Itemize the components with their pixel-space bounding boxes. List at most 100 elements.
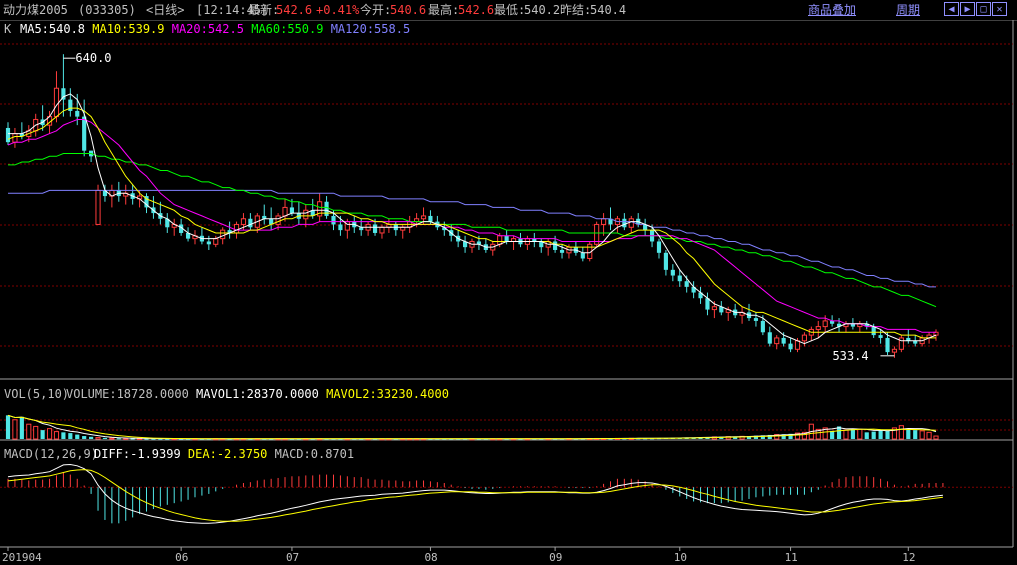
candle-body bbox=[75, 110, 80, 117]
candle-body bbox=[504, 235, 509, 242]
legend-item: MA120:558.5 bbox=[331, 22, 410, 36]
volume-bar bbox=[40, 430, 45, 439]
candle-body bbox=[5, 127, 11, 143]
restore-icon[interactable]: □ bbox=[976, 2, 991, 16]
candle-body bbox=[774, 337, 780, 345]
volume-bar bbox=[871, 431, 876, 439]
ma10-line bbox=[7, 107, 936, 339]
legend-item: MAVOL2:33230.4000 bbox=[326, 387, 449, 401]
candle-body bbox=[559, 249, 565, 253]
candle-body bbox=[760, 320, 765, 333]
candle-body bbox=[324, 201, 329, 216]
legend-item: MACD:0.8701 bbox=[275, 447, 354, 461]
x-tick-label: 11 bbox=[785, 551, 798, 564]
candle-body bbox=[663, 252, 668, 270]
candle-body bbox=[753, 318, 759, 321]
high-price: 542.6 bbox=[458, 3, 495, 17]
period-label[interactable]: <日线> bbox=[146, 3, 184, 17]
volume-bar bbox=[857, 428, 863, 440]
overlay-commodity-link[interactable]: 商品叠加 bbox=[808, 3, 856, 17]
candle-body bbox=[379, 226, 385, 234]
legend-item: VOLUME:18728.0000 bbox=[66, 387, 196, 401]
candle-body bbox=[220, 229, 226, 240]
candle-body bbox=[372, 224, 378, 233]
kline-panel[interactable]: K MA5:540.8 MA10:539.9 MA20:542.5 MA60:5… bbox=[0, 20, 1014, 548]
arrow-left-icon[interactable]: ◀ bbox=[944, 2, 959, 16]
candle-body bbox=[822, 320, 828, 328]
volume-grid bbox=[0, 419, 1013, 431]
cycle-link[interactable]: 周期 bbox=[896, 3, 920, 17]
prev-settle-price: 540.4 bbox=[590, 3, 627, 17]
chart-canvas[interactable]: K MA5:540.8 MA10:539.9 MA20:542.5 MA60:5… bbox=[0, 20, 1017, 565]
candle-body bbox=[891, 348, 898, 353]
volume-bar bbox=[12, 419, 18, 440]
candle-body bbox=[885, 337, 890, 353]
candle-body bbox=[871, 326, 876, 336]
x-tick-label: 07 bbox=[286, 551, 299, 564]
candle-body bbox=[656, 241, 662, 253]
kline-candles bbox=[5, 54, 939, 358]
volume-bar bbox=[82, 436, 87, 439]
candle-body bbox=[677, 275, 682, 282]
price-change: +0.41% bbox=[316, 3, 360, 17]
volume-bar bbox=[906, 428, 911, 439]
candle-body bbox=[275, 215, 281, 225]
x-tick-label: 12 bbox=[902, 551, 915, 564]
volume-bar bbox=[898, 425, 904, 440]
volume-bar bbox=[5, 415, 11, 439]
x-tick-label: 08 bbox=[424, 551, 437, 564]
volume-bar bbox=[926, 431, 932, 440]
open-price: 540.6 bbox=[390, 3, 427, 17]
volume-bar bbox=[102, 437, 108, 439]
x-tick-label: 10 bbox=[674, 551, 687, 564]
arrow-right-icon[interactable]: ▶ bbox=[960, 2, 975, 16]
candle-body bbox=[420, 215, 427, 220]
close-icon[interactable]: ✕ bbox=[992, 2, 1007, 16]
candle-body bbox=[580, 252, 585, 259]
macd-lines bbox=[7, 463, 943, 524]
candle-body bbox=[338, 224, 343, 231]
volume-panel[interactable]: VOL(5,10) VOLUME:18728.0000 MAVOL1:28370… bbox=[0, 387, 1013, 441]
volume-bars bbox=[5, 414, 939, 441]
kline-ma-lines bbox=[7, 93, 937, 345]
low-price: 540.2 bbox=[524, 3, 561, 17]
candle-body bbox=[628, 218, 634, 228]
open-label: 今开: bbox=[360, 3, 392, 17]
candle-body bbox=[794, 340, 801, 350]
legend-item: MA5:540.8 bbox=[20, 22, 92, 36]
volume-bar bbox=[116, 438, 121, 440]
quote-header: 动力煤2005 (033305) <日线> [12:14:45] 最新: 542… bbox=[0, 0, 1017, 21]
volume-bar bbox=[26, 423, 32, 440]
volume-ma-line bbox=[7, 414, 937, 440]
high-annotation: 640.0 bbox=[75, 51, 111, 65]
volume-bar bbox=[75, 434, 80, 439]
volume-bar bbox=[95, 437, 101, 440]
candle-body bbox=[206, 241, 211, 245]
candle-body bbox=[601, 218, 607, 225]
ma5-line bbox=[8, 93, 937, 345]
volume-bar bbox=[19, 416, 24, 439]
candle-body bbox=[12, 133, 18, 143]
kline-legend: MA5:540.8 MA10:539.9 MA20:542.5 MA60:550… bbox=[20, 22, 410, 36]
x-tick-label: 06 bbox=[175, 551, 188, 564]
candle-body bbox=[282, 206, 288, 217]
candle-body bbox=[82, 116, 87, 151]
candle-body bbox=[801, 334, 807, 342]
volume-bar bbox=[109, 437, 115, 440]
volume-bar bbox=[61, 432, 66, 439]
candle-body bbox=[878, 335, 883, 338]
candle-body bbox=[331, 215, 336, 225]
legend-item: MA60:550.9 bbox=[251, 22, 330, 36]
annotation-arrows bbox=[63, 57, 895, 357]
macd-panel[interactable]: MACD(12,26,9) DIFF:-1.9399 DEA:-2.3750 M… bbox=[0, 447, 1013, 524]
legend-item: DIFF:-1.9399 bbox=[94, 447, 188, 461]
volume-bar bbox=[843, 429, 849, 440]
legend-item: MAVOL1:28370.0000 bbox=[196, 387, 326, 401]
candle-body bbox=[711, 306, 717, 311]
candle-body bbox=[788, 343, 793, 350]
candle-body bbox=[248, 218, 253, 228]
macd-title: MACD(12,26,9) bbox=[4, 447, 98, 461]
candle-body bbox=[303, 209, 309, 220]
candle-body bbox=[497, 235, 503, 245]
kline-prefix: K bbox=[4, 22, 12, 36]
